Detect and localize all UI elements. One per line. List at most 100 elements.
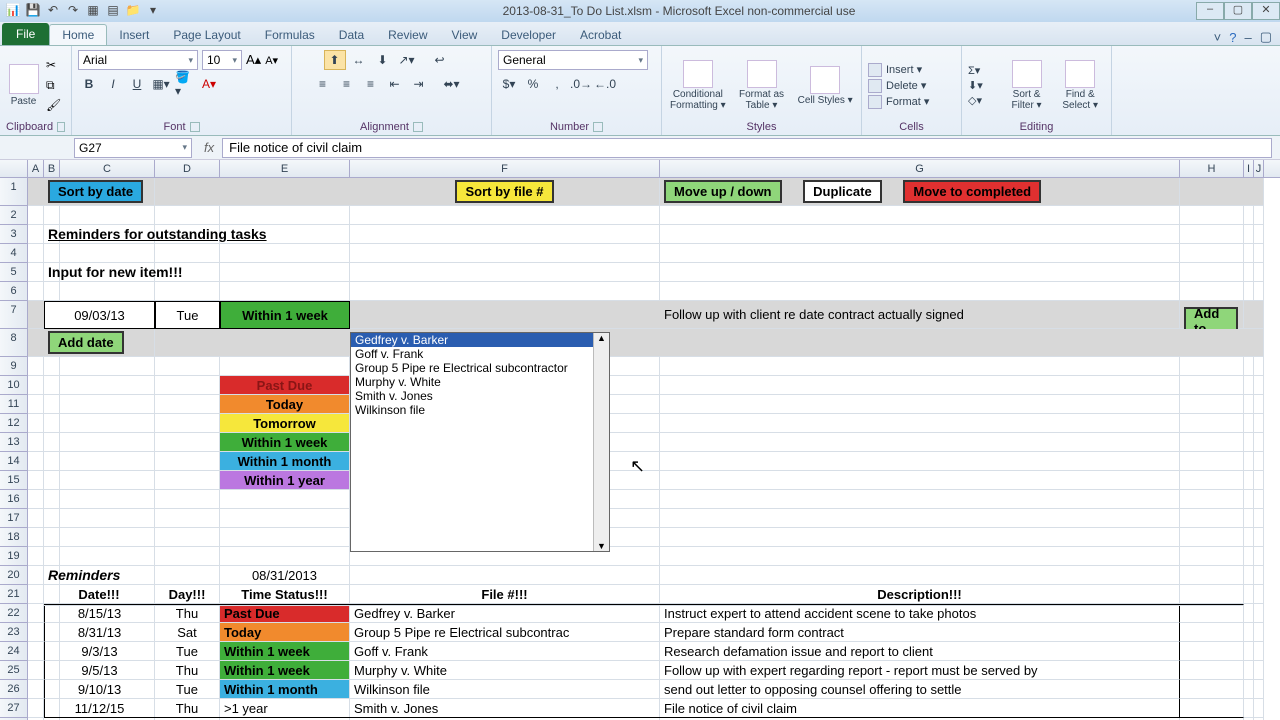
cell[interactable]: [60, 547, 155, 566]
task-status[interactable]: Today: [220, 623, 350, 642]
cell[interactable]: [1180, 566, 1244, 585]
task-date[interactable]: 9/5/13: [44, 661, 155, 680]
cell[interactable]: [1254, 661, 1264, 680]
cell[interactable]: [28, 661, 44, 680]
cell[interactable]: [1180, 263, 1244, 282]
worksheet-grid[interactable]: ABCDEFGHIJ 12345678910111213141516171819…: [0, 160, 1280, 720]
fx-icon[interactable]: fx: [204, 140, 214, 155]
sort-filter-button[interactable]: Sort & Filter ▾: [1002, 60, 1052, 111]
cell[interactable]: [28, 395, 44, 414]
task-file[interactable]: Murphy v. White: [350, 661, 660, 680]
dropdown-scrollbar[interactable]: ▲▼: [593, 333, 609, 551]
col-header[interactable]: G: [660, 160, 1180, 177]
cell[interactable]: [60, 376, 155, 395]
col-header[interactable]: J: [1254, 160, 1264, 177]
cell[interactable]: [1244, 699, 1254, 718]
task-status[interactable]: Within 1 week: [220, 642, 350, 661]
cell[interactable]: [28, 528, 44, 547]
cell[interactable]: [1254, 395, 1264, 414]
cell[interactable]: [1254, 433, 1264, 452]
cell[interactable]: [60, 357, 155, 376]
task-status[interactable]: Within 1 week: [220, 661, 350, 680]
cell[interactable]: [60, 244, 155, 263]
sort-by-date-button[interactable]: Sort by date: [44, 178, 155, 206]
cell[interactable]: [660, 471, 1180, 490]
col-header[interactable]: B: [44, 160, 60, 177]
cell[interactable]: [60, 471, 155, 490]
maximize-button[interactable]: ▢: [1224, 2, 1252, 20]
cell[interactable]: [155, 471, 220, 490]
cell[interactable]: [220, 357, 350, 376]
undo-icon[interactable]: ↶: [44, 3, 62, 19]
cell[interactable]: [44, 395, 60, 414]
cell[interactable]: [155, 376, 220, 395]
cell[interactable]: [155, 490, 220, 509]
cell[interactable]: [1180, 357, 1244, 376]
cell[interactable]: [28, 282, 44, 301]
row-header[interactable]: 18: [0, 528, 28, 547]
cell[interactable]: [1254, 471, 1264, 490]
cell[interactable]: [155, 452, 220, 471]
cell[interactable]: [350, 566, 660, 585]
cell[interactable]: [660, 376, 1180, 395]
align-right-button[interactable]: ≡: [360, 74, 382, 94]
cell[interactable]: [1180, 547, 1244, 566]
cell[interactable]: [28, 699, 44, 718]
cell[interactable]: [28, 604, 44, 623]
copy-icon[interactable]: ⧉: [45, 77, 65, 95]
number-dlg-icon[interactable]: [593, 122, 603, 132]
row-header[interactable]: 11: [0, 395, 28, 414]
cell[interactable]: [660, 433, 1180, 452]
add-date-button[interactable]: Add date: [44, 329, 155, 357]
cell[interactable]: [660, 225, 1180, 244]
task-day[interactable]: Sat: [155, 623, 220, 642]
cell[interactable]: [1254, 699, 1264, 718]
cell[interactable]: [660, 206, 1180, 225]
autosum-button[interactable]: Σ▾: [968, 64, 998, 77]
task-file[interactable]: Goff v. Frank: [350, 642, 660, 661]
name-box[interactable]: G27▾: [74, 138, 192, 158]
cell[interactable]: [1244, 547, 1254, 566]
cell[interactable]: [660, 528, 1180, 547]
cell[interactable]: [60, 206, 155, 225]
task-status[interactable]: Past Due: [220, 604, 350, 623]
cell[interactable]: [1254, 547, 1264, 566]
row-header[interactable]: 7: [0, 301, 28, 329]
cell[interactable]: [1254, 490, 1264, 509]
cell[interactable]: [1244, 528, 1254, 547]
dropdown-option[interactable]: Group 5 Pipe re Electrical subcontractor: [351, 361, 609, 375]
cell[interactable]: [350, 282, 660, 301]
save-icon[interactable]: 💾: [24, 3, 42, 19]
orientation-button[interactable]: ↗▾: [396, 50, 418, 70]
grid-icon[interactable]: ▦: [84, 3, 102, 19]
cell[interactable]: [1254, 566, 1264, 585]
row-header[interactable]: 13: [0, 433, 28, 452]
cell[interactable]: [44, 376, 60, 395]
task-desc[interactable]: Research defamation issue and report to …: [660, 642, 1180, 661]
cell[interactable]: [220, 244, 350, 263]
task-desc[interactable]: Prepare standard form contract: [660, 623, 1180, 642]
row-header[interactable]: 2: [0, 206, 28, 225]
cell[interactable]: [1180, 661, 1244, 680]
cell[interactable]: [1180, 225, 1244, 244]
select-all-corner[interactable]: [0, 160, 28, 177]
cell[interactable]: [1254, 244, 1264, 263]
row-header[interactable]: 26: [0, 680, 28, 699]
insert-cells-button[interactable]: Insert ▾: [868, 63, 929, 77]
tab-page-layout[interactable]: Page Layout: [161, 25, 252, 45]
cell[interactable]: [660, 547, 1180, 566]
inc-decimal-button[interactable]: .0→: [570, 74, 592, 94]
cell[interactable]: [44, 206, 60, 225]
cell[interactable]: [220, 547, 350, 566]
cell[interactable]: [28, 263, 44, 282]
fill-color-button[interactable]: 🪣▾: [174, 74, 196, 94]
cell[interactable]: [1254, 642, 1264, 661]
task-file[interactable]: Gedfrey v. Barker: [350, 604, 660, 623]
cell[interactable]: [155, 433, 220, 452]
task-day[interactable]: Tue: [155, 680, 220, 699]
underline-button[interactable]: U: [126, 74, 148, 94]
align-left-button[interactable]: ≡: [312, 74, 334, 94]
scroll-down-icon[interactable]: ▼: [597, 541, 606, 551]
minimize-button[interactable]: ‒: [1196, 2, 1224, 20]
task-date[interactable]: 9/10/13: [44, 680, 155, 699]
